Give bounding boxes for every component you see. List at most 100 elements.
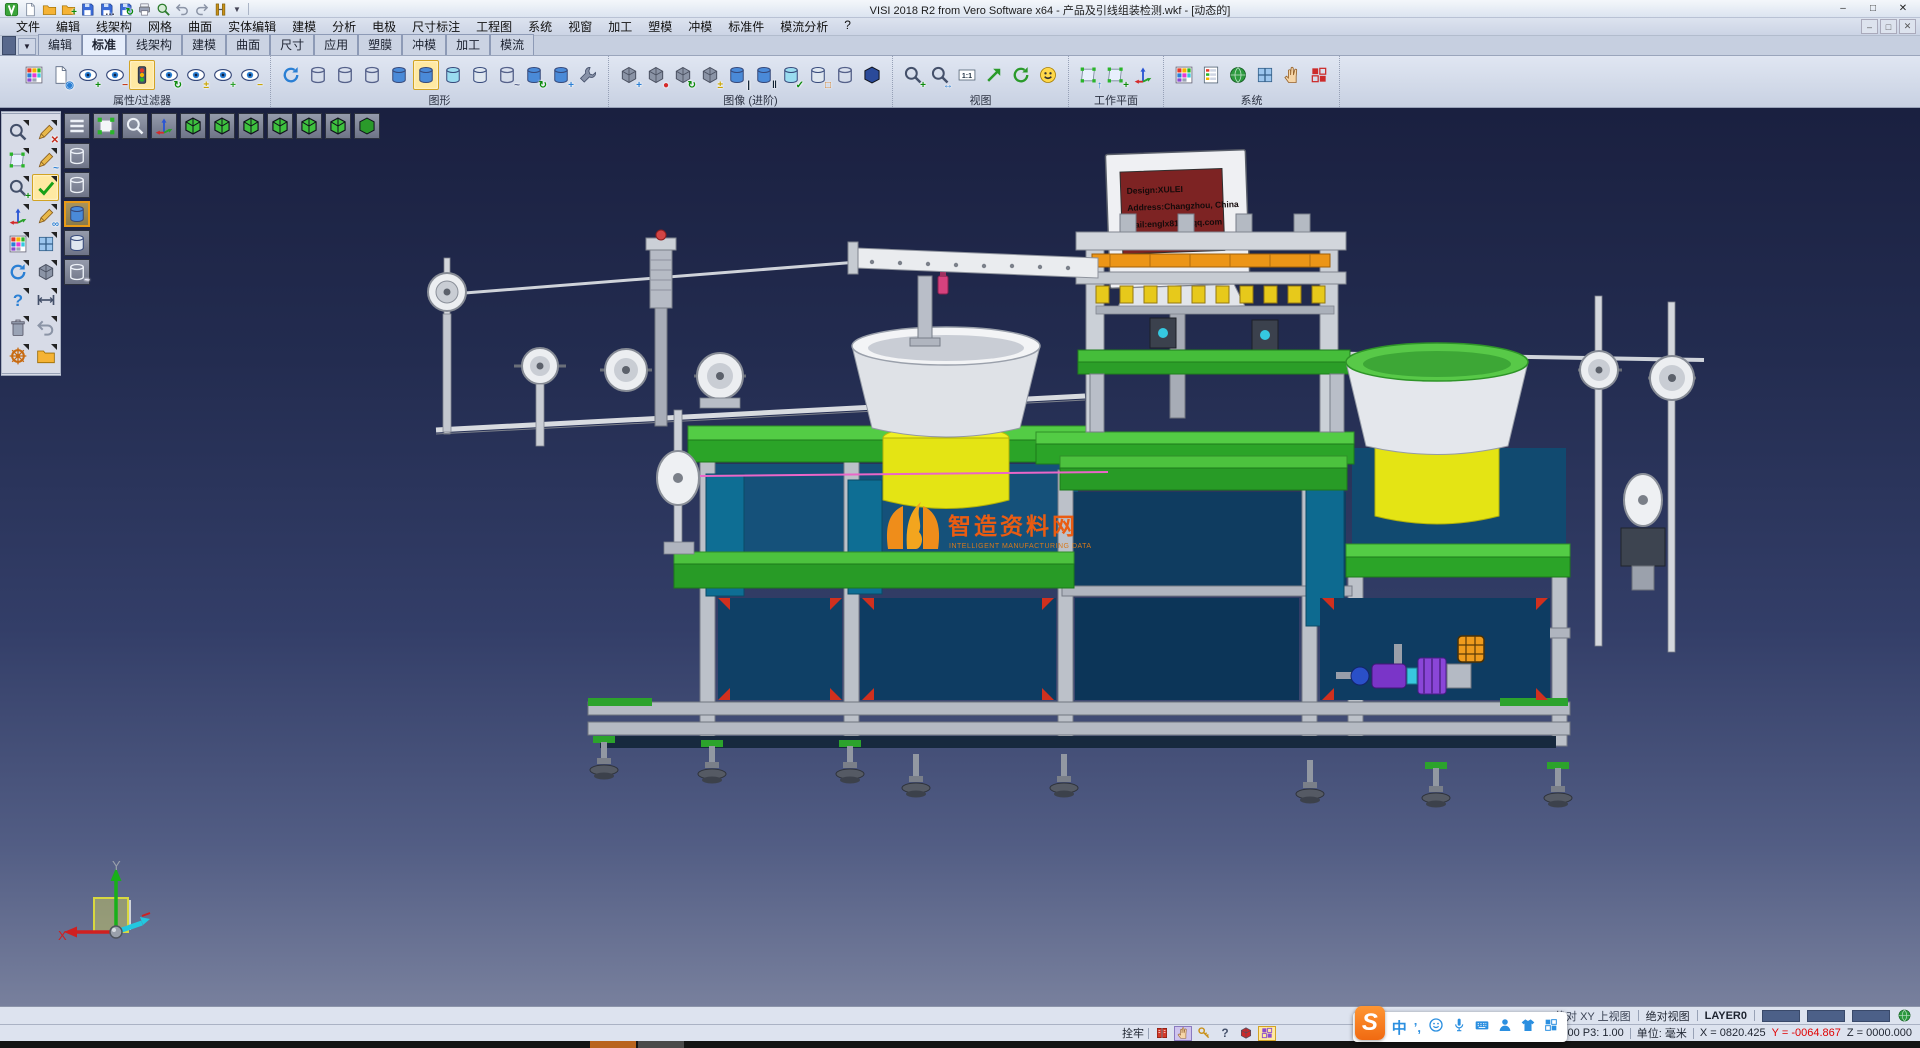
redraw-icon[interactable] — [278, 60, 304, 90]
mdi-close-button[interactable]: ✕ — [1899, 19, 1916, 34]
filter-traffic-light-icon[interactable] — [129, 60, 155, 90]
workplane-axis-icon[interactable]: ↑ — [1076, 60, 1102, 90]
cylinder-shaded-active-icon[interactable] — [413, 60, 439, 90]
workplane-icon[interactable] — [4, 146, 31, 173]
cylinder-wire-icon[interactable] — [832, 60, 858, 90]
cylinder-outline-icon[interactable] — [332, 60, 358, 90]
app-logo[interactable] — [2, 1, 20, 17]
menu-实体编辑[interactable]: 实体编辑 — [220, 18, 284, 35]
zoom-in-icon[interactable]: + — [4, 174, 31, 201]
ime-smiley-icon[interactable] — [1428, 1017, 1444, 1038]
view-back-icon[interactable] — [325, 113, 351, 139]
qa-more-button[interactable]: ▼ — [230, 5, 244, 14]
print-preview-button[interactable] — [154, 1, 172, 17]
menu-编辑[interactable]: 编辑 — [48, 18, 88, 35]
cylinder-edit-icon[interactable]: + — [548, 60, 574, 90]
model-viewport[interactable]: Design:XULEI Address:Changzhou, China Ma… — [0, 108, 1920, 1006]
pick-mode-icon[interactable] — [1174, 1026, 1192, 1041]
selection-filter-icon[interactable] — [4, 118, 31, 145]
ime-skin-grid-icon[interactable] — [1543, 1017, 1559, 1038]
workplane-edit-icon[interactable]: + — [1103, 60, 1129, 90]
table-settings-icon[interactable] — [1252, 60, 1278, 90]
permissions-key-icon[interactable] — [1195, 1026, 1213, 1041]
view-window-icon[interactable] — [32, 230, 59, 257]
taskbar-item[interactable] — [638, 1041, 684, 1048]
undo-history-icon[interactable] — [32, 314, 59, 341]
box-add-icon[interactable]: + — [616, 60, 642, 90]
ime-person-icon[interactable] — [1497, 1017, 1513, 1038]
open-file-button[interactable] — [40, 1, 58, 17]
zoom-arrow-icon[interactable] — [981, 60, 1007, 90]
tab-曲面[interactable]: 曲面 — [226, 34, 270, 55]
tab-建模[interactable]: 建模 — [182, 34, 226, 55]
status-field-1[interactable] — [1762, 1010, 1800, 1022]
ime-language-toggle[interactable]: 中 — [1392, 1017, 1407, 1038]
box-traffic-icon[interactable]: ● — [643, 60, 669, 90]
visibility-add-icon[interactable]: + — [75, 60, 101, 90]
help-query-icon[interactable] — [4, 286, 31, 313]
tab-标准[interactable]: 标准 — [82, 34, 126, 55]
menu-冲模[interactable]: 冲模 — [680, 18, 720, 35]
snap-grid-icon[interactable] — [1258, 1026, 1276, 1041]
cylinder-striped-icon[interactable]: ‖ — [751, 60, 777, 90]
menu-文件[interactable]: 文件 — [8, 18, 48, 35]
menu-建模[interactable]: 建模 — [284, 18, 324, 35]
zoom-all-icon[interactable]: ↔ — [927, 60, 953, 90]
render-wireframe-icon[interactable] — [64, 143, 90, 169]
visibility-minus-icon[interactable]: − — [237, 60, 263, 90]
color-palette-icon[interactable] — [1171, 60, 1197, 90]
zoom-fit-icon[interactable] — [93, 113, 119, 139]
layer-selector[interactable]: LAYER0 — [1705, 1010, 1747, 1022]
view-menu-icon[interactable] — [64, 113, 90, 139]
view-right-icon[interactable] — [267, 113, 293, 139]
print-button[interactable] — [135, 1, 153, 17]
undo-button[interactable] — [173, 1, 191, 17]
sketch-edit-icon[interactable]: ~ — [32, 146, 59, 173]
tab-overflow-button[interactable]: ▼ — [18, 38, 36, 55]
sogou-logo[interactable]: S — [1355, 1006, 1385, 1040]
menu-网格[interactable]: 网格 — [140, 18, 180, 35]
view-front-icon[interactable] — [296, 113, 322, 139]
context-help-icon[interactable] — [1216, 1026, 1234, 1041]
color-table-icon[interactable] — [1198, 60, 1224, 90]
tab-线架构[interactable]: 线架构 — [126, 34, 182, 55]
menu-标准件[interactable]: 标准件 — [720, 18, 772, 35]
ime-shirt-icon[interactable] — [1520, 1017, 1536, 1038]
cylinder-box-icon[interactable]: □ — [805, 60, 831, 90]
render-translucent-icon[interactable]: ~ — [64, 259, 90, 285]
globe-icon[interactable] — [1897, 1008, 1912, 1023]
export-box-icon[interactable] — [1237, 1026, 1255, 1041]
close-button[interactable]: ✕ — [1888, 0, 1918, 17]
filter-document-icon[interactable]: ◉ — [48, 60, 74, 90]
menu-塑模[interactable]: 塑模 — [640, 18, 680, 35]
mdi-minimize-button[interactable]: – — [1861, 19, 1878, 34]
menu-电极[interactable]: 电极 — [364, 18, 404, 35]
redo-button[interactable] — [192, 1, 210, 17]
shaded-cube-icon[interactable] — [859, 60, 885, 90]
windows-taskbar[interactable] — [0, 1041, 1920, 1048]
menu-视窗[interactable]: 视窗 — [560, 18, 600, 35]
menu-线架构[interactable]: 线架构 — [88, 18, 140, 35]
view-top-icon[interactable] — [180, 113, 206, 139]
tab-尺寸[interactable]: 尺寸 — [270, 34, 314, 55]
cylinder-wireframe-icon[interactable] — [305, 60, 331, 90]
status-field-3[interactable] — [1852, 1010, 1890, 1022]
attribute-paint-icon[interactable] — [21, 60, 47, 90]
absolute-view-label[interactable]: 绝对视图 — [1646, 1008, 1690, 1024]
render-hidden-line-icon[interactable] — [64, 172, 90, 198]
solid-cube-icon[interactable] — [32, 258, 59, 285]
cylinder-check-icon[interactable]: ✓ — [778, 60, 804, 90]
new-file-button[interactable] — [21, 1, 39, 17]
curve-edit-icon[interactable]: ∞ — [32, 202, 59, 229]
ucs-axis-icon[interactable] — [4, 202, 31, 229]
system-globe-icon[interactable] — [1225, 60, 1251, 90]
save-as-button[interactable]: … — [97, 1, 115, 17]
tab-塑膜[interactable]: 塑膜 — [358, 34, 402, 55]
visibility-remove-icon[interactable]: − — [102, 60, 128, 90]
render-shaded-icon[interactable] — [64, 201, 90, 227]
selection-hand-icon[interactable] — [1279, 60, 1305, 90]
menu-曲面[interactable]: 曲面 — [180, 18, 220, 35]
insert-file-button[interactable]: + — [59, 1, 77, 17]
view-left-icon[interactable] — [238, 113, 264, 139]
save-button[interactable] — [78, 1, 96, 17]
